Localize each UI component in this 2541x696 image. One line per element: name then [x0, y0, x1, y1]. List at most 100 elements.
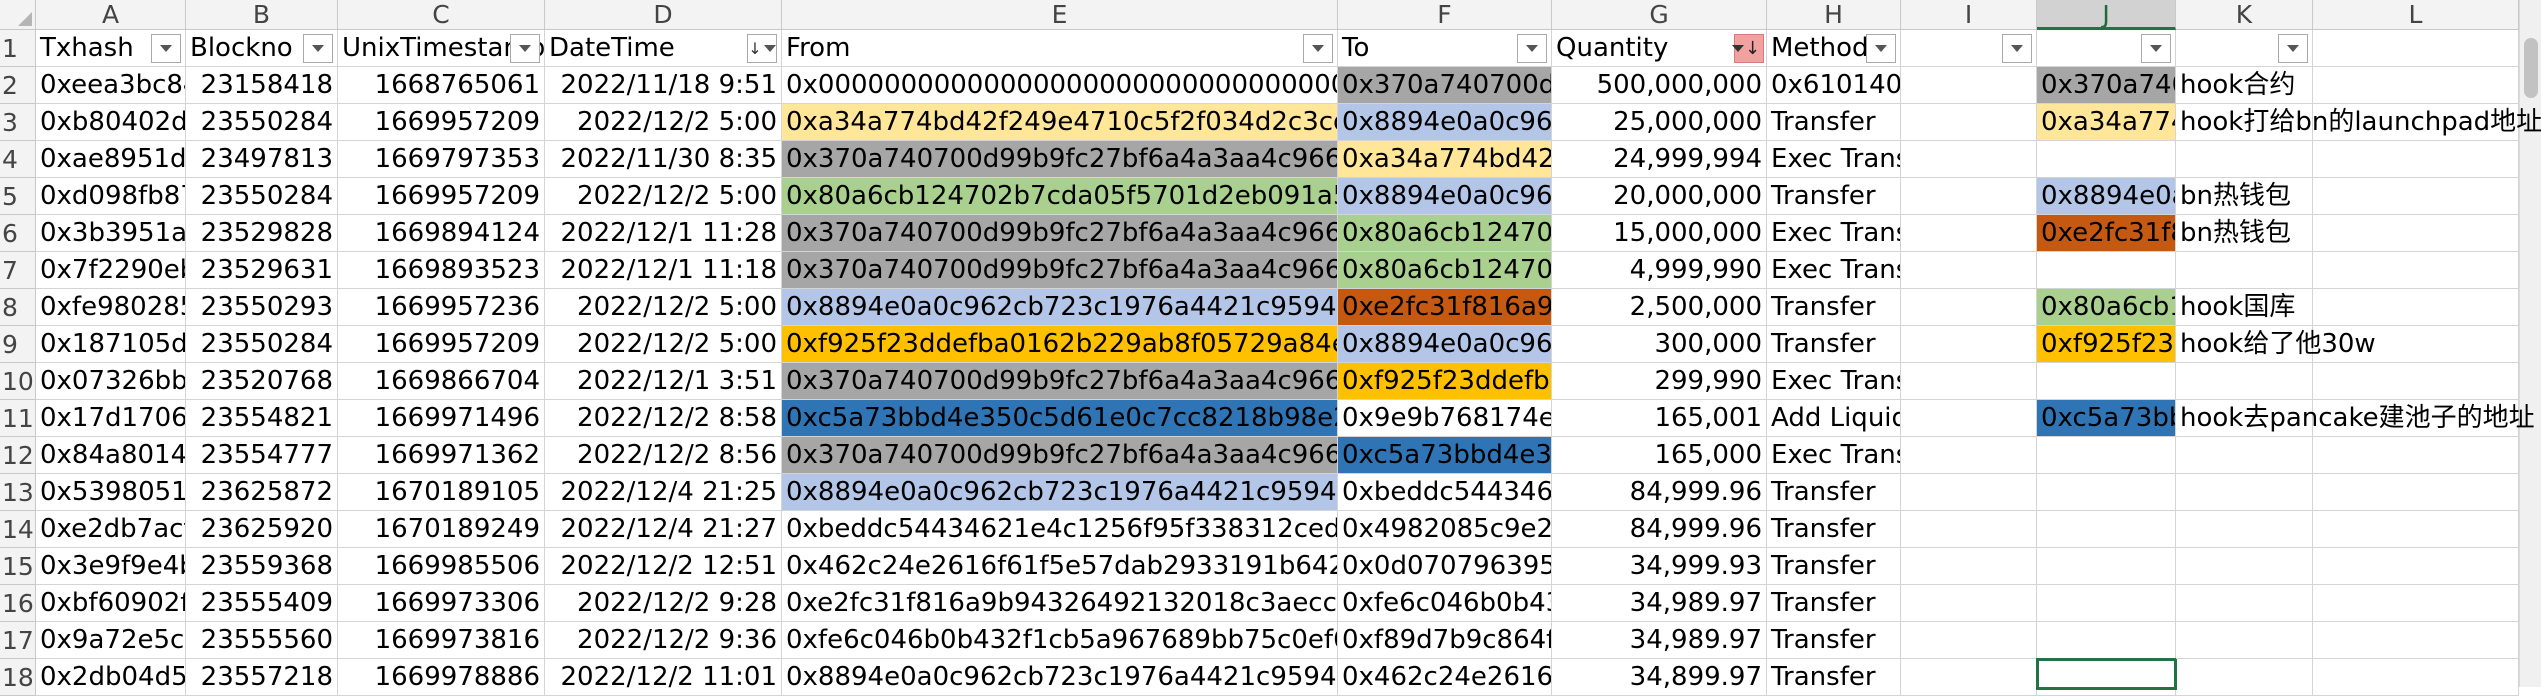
- filter-dropdown-button[interactable]: [2002, 34, 2032, 63]
- cell-e13[interactable]: 0x8894e0a0c962cb723c1976a4421c95949be: [782, 474, 1338, 511]
- header-cell-i[interactable]: [1901, 30, 2037, 67]
- cell-a8[interactable]: 0xfe980285: [36, 289, 186, 326]
- cell-f4[interactable]: 0xa34a774bd42f: [1338, 141, 1552, 178]
- cell-i9[interactable]: [1901, 326, 2037, 363]
- cell-l5[interactable]: [2313, 178, 2519, 215]
- row-header-9[interactable]: 9: [0, 326, 36, 363]
- cell-d17[interactable]: 2022/12/2 9:36: [545, 622, 782, 659]
- cell-h9[interactable]: Transfer: [1767, 326, 1901, 363]
- cell-h11[interactable]: Add Liquidity: [1767, 400, 1901, 437]
- cell-c16[interactable]: 1669973306: [338, 585, 545, 622]
- cell-g13[interactable]: 84,999.96: [1552, 474, 1767, 511]
- cell-f3[interactable]: 0x8894e0a0c962: [1338, 104, 1552, 141]
- column-header-d[interactable]: D: [545, 0, 782, 30]
- cell-j8[interactable]: 0x80a6cb1: [2037, 289, 2176, 326]
- cell-k15[interactable]: [2176, 548, 2313, 585]
- cell-e10[interactable]: 0x370a740700d99b9fc27bf6a4a3aa4c96632f: [782, 363, 1338, 400]
- cell-a7[interactable]: 0x7f2290eb: [36, 252, 186, 289]
- column-header-l[interactable]: L: [2313, 0, 2519, 30]
- cell-i11[interactable]: [1901, 400, 2037, 437]
- select-all-corner[interactable]: [0, 0, 36, 30]
- cell-l8[interactable]: [2313, 289, 2519, 326]
- cell-k6[interactable]: bn热钱包: [2176, 215, 2313, 252]
- cell-f6[interactable]: 0x80a6cb124702: [1338, 215, 1552, 252]
- header-cell-c[interactable]: UnixTimestamp: [338, 30, 545, 67]
- cell-g5[interactable]: 20,000,000: [1552, 178, 1767, 215]
- cell-k9[interactable]: hook给了他30w: [2176, 326, 2376, 363]
- cell-i7[interactable]: [1901, 252, 2037, 289]
- header-cell-f[interactable]: To: [1338, 30, 1552, 67]
- cell-f15[interactable]: 0x0d0707963952: [1338, 548, 1552, 585]
- cell-h7[interactable]: Exec Transaction: [1767, 252, 1901, 289]
- cell-f9[interactable]: 0x8894e0a0c962: [1338, 326, 1552, 363]
- cell-b13[interactable]: 23625872: [186, 474, 338, 511]
- header-cell-h[interactable]: Method: [1767, 30, 1901, 67]
- cell-i13[interactable]: [1901, 474, 2037, 511]
- header-cell-l[interactable]: [2313, 30, 2519, 67]
- cell-k5[interactable]: bn热钱包: [2176, 178, 2313, 215]
- cell-j3[interactable]: 0xa34a774: [2037, 104, 2176, 141]
- column-header-b[interactable]: B: [186, 0, 338, 30]
- cell-b15[interactable]: 23559368: [186, 548, 338, 585]
- column-header-j[interactable]: J: [2037, 0, 2176, 30]
- cell-e7[interactable]: 0x370a740700d99b9fc27bf6a4a3aa4c96632f: [782, 252, 1338, 289]
- spreadsheet-grid[interactable]: A B C D E F G H I J K L 1 2 3 4 5 6 7 8 9 10 11 12 13 14 15 16 17 18 T…: [0, 0, 2541, 696]
- filter-dropdown-button[interactable]: [303, 34, 333, 63]
- row-header-1[interactable]: 1: [0, 30, 36, 67]
- cell-l14[interactable]: [2313, 511, 2519, 548]
- cell-i16[interactable]: [1901, 585, 2037, 622]
- cell-h14[interactable]: Transfer: [1767, 511, 1901, 548]
- cell-f14[interactable]: 0x4982085c9e2f8: [1338, 511, 1552, 548]
- row-header-11[interactable]: 11: [0, 400, 36, 437]
- row-header-10[interactable]: 10: [0, 363, 36, 400]
- cell-i14[interactable]: [1901, 511, 2037, 548]
- cell-d2[interactable]: 2022/11/18 9:51: [545, 67, 782, 104]
- cell-g14[interactable]: 84,999.96: [1552, 511, 1767, 548]
- filter-dropdown-button[interactable]: [510, 34, 540, 63]
- header-cell-g[interactable]: Quantity ↓: [1552, 30, 1767, 67]
- cell-c5[interactable]: 1669957209: [338, 178, 545, 215]
- cell-i18[interactable]: [1901, 659, 2037, 696]
- cell-a13[interactable]: 0x5398051b: [36, 474, 186, 511]
- cell-b17[interactable]: 23555560: [186, 622, 338, 659]
- cell-h6[interactable]: Exec Transaction: [1767, 215, 1901, 252]
- cell-l16[interactable]: [2313, 585, 2519, 622]
- cell-f12[interactable]: 0xc5a73bbd4e35: [1338, 437, 1552, 474]
- cell-k16[interactable]: [2176, 585, 2313, 622]
- filter-dropdown-button[interactable]: [151, 34, 181, 63]
- row-header-8[interactable]: 8: [0, 289, 36, 326]
- cell-c11[interactable]: 1669971496: [338, 400, 545, 437]
- cell-e18[interactable]: 0x8894e0a0c962cb723c1976a4421c95949be: [782, 659, 1338, 696]
- cell-k7[interactable]: [2176, 252, 2313, 289]
- header-cell-a[interactable]: Txhash: [36, 30, 186, 67]
- cell-d7[interactable]: 2022/12/1 11:18: [545, 252, 782, 289]
- row-header-5[interactable]: 5: [0, 178, 36, 215]
- column-header-e[interactable]: E: [782, 0, 1338, 30]
- cell-e17[interactable]: 0xfe6c046b0b432f1cb5a967689bb75c0ef65a: [782, 622, 1338, 659]
- cell-c9[interactable]: 1669957209: [338, 326, 545, 363]
- header-cell-d[interactable]: DateTime ↓: [545, 30, 782, 67]
- cell-d14[interactable]: 2022/12/4 21:27: [545, 511, 782, 548]
- cell-f17[interactable]: 0xf89d7b9c864f5: [1338, 622, 1552, 659]
- cell-f5[interactable]: 0x8894e0a0c962: [1338, 178, 1552, 215]
- cell-b10[interactable]: 23520768: [186, 363, 338, 400]
- cell-g3[interactable]: 25,000,000: [1552, 104, 1767, 141]
- cell-j17[interactable]: [2037, 622, 2176, 659]
- column-header-g[interactable]: G: [1552, 0, 1767, 30]
- cell-b4[interactable]: 23497813: [186, 141, 338, 178]
- cell-c17[interactable]: 1669973816: [338, 622, 545, 659]
- cell-b3[interactable]: 23550284: [186, 104, 338, 141]
- cell-j7[interactable]: [2037, 252, 2176, 289]
- row-header-18[interactable]: 18: [0, 659, 36, 696]
- cell-l6[interactable]: [2313, 215, 2519, 252]
- cell-g2[interactable]: 500,000,000: [1552, 67, 1767, 104]
- cell-b8[interactable]: 23550293: [186, 289, 338, 326]
- cell-l12[interactable]: [2313, 437, 2519, 474]
- cell-g12[interactable]: 165,000: [1552, 437, 1767, 474]
- header-cell-e[interactable]: From: [782, 30, 1338, 67]
- cell-l4[interactable]: [2313, 141, 2519, 178]
- cell-g7[interactable]: 4,999,990: [1552, 252, 1767, 289]
- cell-j14[interactable]: [2037, 511, 2176, 548]
- cell-a3[interactable]: 0xb80402df: [36, 104, 186, 141]
- cell-h5[interactable]: Transfer: [1767, 178, 1901, 215]
